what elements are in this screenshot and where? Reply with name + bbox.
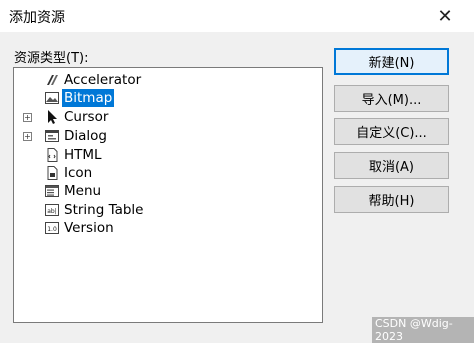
close-icon: ✕ (437, 5, 453, 27)
svg-text:1.0: 1.0 (47, 226, 57, 233)
import-button[interactable]: 导入(M)... (334, 85, 449, 112)
cursor-icon (44, 109, 60, 125)
tree-item-label: Dialog (64, 128, 107, 144)
resource-type-tree[interactable]: Accelerator Bitmap + Cursor + Dialog HTM… (13, 67, 323, 323)
dialog-icon (44, 128, 60, 144)
close-button[interactable]: ✕ (431, 4, 459, 28)
svg-text:ab|: ab| (47, 208, 57, 215)
tree-item-icon[interactable]: Icon (14, 164, 314, 182)
tree-item-label: String Table (64, 202, 144, 218)
tree-item-accelerator[interactable]: Accelerator (14, 71, 314, 89)
tree-item-menu[interactable]: Menu (14, 182, 314, 200)
tree-item-string-table[interactable]: ab| String Table (14, 201, 314, 219)
tree-item-bitmap[interactable]: Bitmap (14, 89, 314, 107)
tree-item-version[interactable]: 1.0 Version (14, 219, 314, 237)
cancel-button[interactable]: 取消(A) (334, 152, 449, 179)
bitmap-icon (44, 90, 60, 106)
tree-item-cursor[interactable]: + Cursor (14, 108, 314, 126)
version-icon: 1.0 (44, 220, 60, 236)
expand-icon[interactable]: + (23, 112, 32, 122)
accelerator-icon (44, 72, 60, 88)
tree-item-label: Version (64, 220, 114, 236)
dialog-title: 添加资源 (9, 10, 65, 26)
tree-item-label: Bitmap (62, 89, 115, 107)
string-table-icon: ab| (44, 202, 60, 218)
help-button[interactable]: 帮助(H) (334, 186, 449, 213)
resource-type-label: 资源类型(T): (14, 51, 89, 66)
custom-button[interactable]: 自定义(C)... (334, 118, 449, 145)
tree-item-label: Menu (64, 183, 102, 199)
menu-icon (44, 183, 60, 199)
new-button[interactable]: 新建(N) (334, 48, 449, 75)
tree-item-label: HTML (64, 147, 102, 163)
tree-item-label: Icon (64, 165, 93, 181)
title-bar: 添加资源 ✕ (0, 0, 474, 32)
tree-item-label: Accelerator (64, 72, 142, 88)
tree-item-label: Cursor (64, 109, 109, 125)
tree-item-dialog[interactable]: + Dialog (14, 127, 314, 145)
expand-icon[interactable]: + (23, 131, 32, 141)
watermark-text: CSDN @Wdig-2023 (372, 317, 474, 343)
html-icon (44, 147, 60, 163)
tree-item-html[interactable]: HTML (14, 146, 314, 164)
icon-resource-icon (44, 165, 60, 181)
